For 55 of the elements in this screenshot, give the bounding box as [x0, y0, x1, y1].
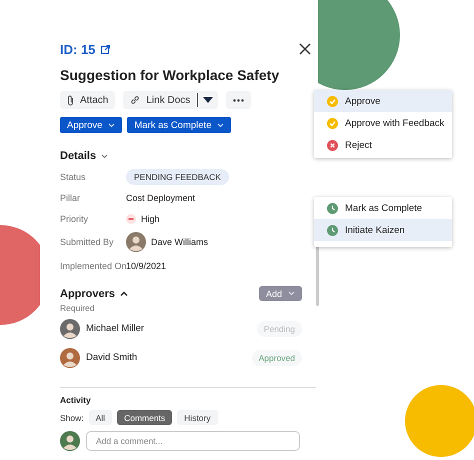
chevron-up-icon	[120, 291, 128, 296]
field-value: Cost Deployment	[126, 192, 196, 202]
menu-item[interactable]: Approve	[314, 90, 452, 112]
field-label: Status	[60, 170, 87, 184]
section-title: Approvers	[60, 288, 116, 300]
check-icon	[327, 118, 338, 128]
approver-name: David Smith	[86, 352, 138, 363]
priority-icon	[126, 214, 136, 224]
item-id: ID: 15	[60, 42, 96, 57]
more-icon	[233, 98, 244, 102]
field-value: Dave Williams	[151, 237, 208, 247]
more-button[interactable]	[226, 91, 252, 109]
field-label: Pillar	[60, 192, 82, 204]
status-badge: Approved	[252, 350, 302, 366]
filter-label: Show:	[60, 412, 84, 422]
status-badge: PENDING FEEDBACK	[126, 168, 229, 184]
check-icon	[327, 96, 338, 106]
avatar-icon	[126, 232, 146, 252]
avatar-icon	[60, 348, 80, 368]
caret-icon	[203, 97, 214, 103]
section-title: Activity	[60, 395, 92, 405]
action-button[interactable]: Approve	[60, 117, 122, 133]
field-label: Submitted By	[60, 236, 115, 249]
caret-icon	[101, 154, 108, 158]
paperclip-icon	[67, 94, 74, 106]
avatar-icon	[60, 318, 80, 338]
comment-field[interactable]: Add a comment...	[86, 431, 300, 451]
item-title: Suggestion for Workplace Safety	[60, 67, 280, 83]
menu-item[interactable]: Reject	[314, 134, 452, 156]
filter-tab[interactable]: Comments	[117, 410, 172, 425]
caret-icon	[108, 122, 116, 128]
field-value: 10/9/2021	[126, 260, 166, 270]
menu-item[interactable]: Mark as Complete	[314, 197, 452, 219]
required-label: Required	[60, 303, 96, 313]
section-title: Details	[60, 150, 96, 162]
clock-icon	[327, 224, 338, 236]
link-icon	[130, 95, 140, 105]
menu-item[interactable]: Initiate Kaizen	[314, 219, 452, 241]
action-button[interactable]: Mark as Complete	[127, 117, 232, 133]
attach-button[interactable]: Attach	[60, 91, 116, 109]
avatar-icon	[60, 431, 80, 451]
filter-tab[interactable]: History	[177, 410, 218, 425]
menu-item[interactable]: Approve with Feedback	[314, 112, 452, 134]
x-icon	[327, 140, 338, 150]
filter-tab[interactable]: All	[88, 410, 112, 425]
caret-icon	[288, 291, 295, 296]
field-value: High	[141, 214, 160, 224]
field-label: Priority	[60, 212, 90, 226]
clock-icon	[327, 202, 338, 214]
field-label: Implemented On	[60, 260, 126, 273]
status-badge: Pending	[256, 320, 302, 336]
caret-icon	[217, 122, 224, 128]
close-button[interactable]	[298, 42, 312, 56]
external-link-icon	[101, 45, 110, 54]
approver-name: Michael Miller	[86, 323, 144, 334]
